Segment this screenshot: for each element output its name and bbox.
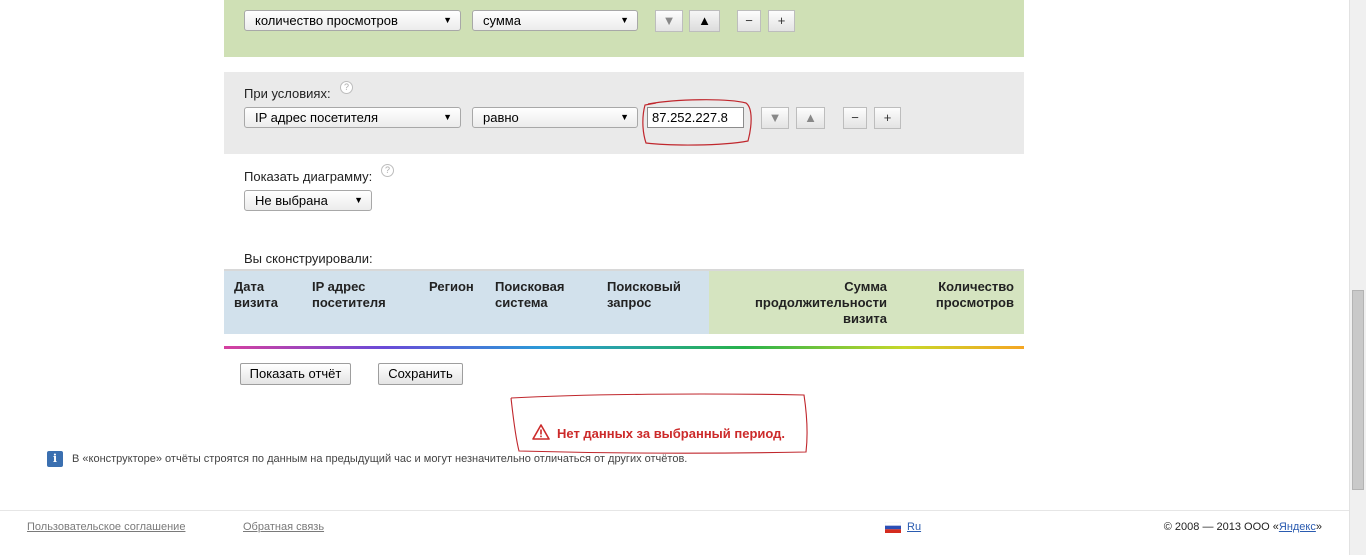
condition-move-up-button[interactable]: ▲ [796, 107, 825, 129]
footer-divider [0, 510, 1349, 511]
scrollbar-thumb[interactable] [1352, 290, 1364, 490]
column-header-line: визита [234, 295, 279, 310]
move-up-button[interactable]: ▲ [689, 10, 720, 32]
user-agreement-link[interactable]: Пользовательское соглашение [27, 521, 185, 533]
error-highlight-scribble [510, 393, 808, 454]
aggregate-select[interactable]: сумма ▼ [472, 10, 638, 31]
help-icon[interactable]: ? [381, 164, 394, 177]
save-button[interactable]: Сохранить [378, 363, 463, 385]
chevron-down-icon: ▼ [620, 112, 629, 122]
diagram-label: Показать диаграмму: [244, 169, 373, 184]
column-header-line: просмотров [935, 295, 1014, 310]
column-header-ip[interactable]: IP адрес посетителя [312, 279, 386, 311]
column-header-line: Поисковый [607, 279, 681, 294]
column-header-pageviews[interactable]: Количество просмотров [904, 279, 1014, 311]
russia-flag-icon [885, 522, 901, 533]
column-header-line: Поисковая [495, 279, 565, 294]
show-report-button[interactable]: Показать отчёт [240, 363, 351, 385]
constructed-label: Вы сконструировали: [244, 251, 373, 266]
condition-operator-select[interactable]: равно ▼ [472, 107, 638, 128]
language-link[interactable]: Ru [907, 521, 921, 533]
diagram-select-value: Не выбрана [255, 193, 328, 208]
column-header-line: визита [842, 311, 887, 326]
condition-field-select[interactable]: IP адрес посетителя ▼ [244, 107, 461, 128]
chevron-down-icon: ▼ [443, 112, 452, 122]
column-header-search-query[interactable]: Поисковый запрос [607, 279, 681, 311]
condition-operator-value: равно [483, 110, 519, 125]
warning-icon [532, 424, 550, 440]
column-header-visit-date[interactable]: Дата визита [234, 279, 278, 311]
column-header-line: Дата [234, 279, 265, 294]
column-header-line: Количество [938, 279, 1014, 294]
metric-select-value: количество просмотров [255, 13, 398, 28]
rainbow-divider [224, 346, 1024, 349]
column-header-line: Регион [429, 279, 474, 294]
add-measure-button[interactable]: + [768, 10, 795, 32]
info-icon: i [47, 451, 63, 467]
column-header-line: Сумма [844, 279, 887, 294]
feedback-link[interactable]: Обратная связь [243, 521, 324, 533]
conditions-label: При условиях: [244, 86, 331, 101]
copyright-prefix: © 2008 — 2013 ООО « [1163, 521, 1279, 533]
column-header-line: система [495, 295, 548, 310]
chevron-down-icon: ▼ [620, 15, 629, 25]
column-header-line: IP адрес [312, 279, 366, 294]
page-scrollbar[interactable] [1349, 0, 1366, 555]
chevron-down-icon: ▼ [354, 195, 363, 205]
column-header-region[interactable]: Регион [429, 279, 474, 295]
help-icon[interactable]: ? [340, 81, 353, 94]
metric-select[interactable]: количество просмотров ▼ [244, 10, 461, 31]
column-header-line: запрос [607, 295, 652, 310]
column-header-visit-duration[interactable]: Сумма продолжительности визита [737, 279, 887, 327]
condition-field-value: IP адрес посетителя [255, 110, 379, 125]
remove-measure-button[interactable]: − [737, 10, 761, 32]
info-note: В «конструкторе» отчёты строятся по данн… [72, 453, 688, 465]
company-link[interactable]: Яндекс [1279, 521, 1316, 533]
column-header-search-engine[interactable]: Поисковая система [495, 279, 564, 311]
copyright-suffix: » [1315, 521, 1322, 533]
aggregate-select-value: сумма [483, 13, 521, 28]
diagram-select[interactable]: Не выбрана ▼ [244, 190, 372, 211]
chevron-down-icon: ▼ [443, 15, 452, 25]
remove-condition-button[interactable]: − [843, 107, 867, 129]
column-header-line: продолжительности [755, 295, 887, 310]
add-condition-button[interactable]: + [874, 107, 901, 129]
condition-move-down-button[interactable]: ▼ [761, 107, 789, 129]
column-header-line: посетителя [312, 295, 386, 310]
copyright: © 2008 — 2013 ООО «Яндекс» [1164, 521, 1322, 533]
no-data-message: Нет данных за выбранный период. [557, 426, 786, 441]
move-down-button[interactable]: ▼ [655, 10, 683, 32]
condition-value-input[interactable] [647, 107, 744, 128]
